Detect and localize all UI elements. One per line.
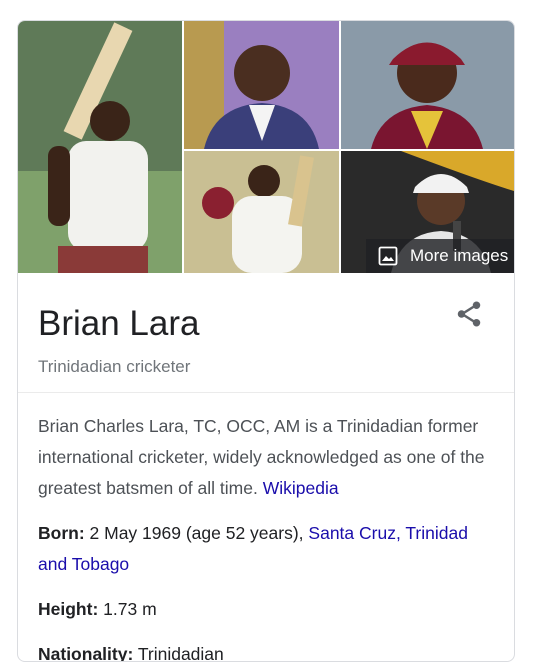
- more-images-label: More images: [410, 246, 509, 265]
- fact-born: Born: 2 May 1969 (age 52 years), Santa C…: [38, 518, 494, 580]
- more-images-button[interactable]: More images: [366, 239, 514, 273]
- entity-subtitle: Trinidadian cricketer: [38, 357, 191, 376]
- fact-height-label: Height:: [38, 599, 99, 619]
- fact-born-label: Born:: [38, 523, 85, 543]
- entity-description: Brian Charles Lara, TC, OCC, AM is a Tri…: [38, 411, 494, 504]
- fact-nationality-value: Trinidadian: [137, 644, 224, 662]
- wikipedia-link[interactable]: Wikipedia: [263, 478, 339, 498]
- image-tile-batting-pose[interactable]: [18, 21, 182, 273]
- fact-nationality-label: Nationality:: [38, 644, 134, 662]
- image-tile-maroon-cap[interactable]: [341, 21, 514, 149]
- knowledge-panel: More images Brian Lara Trinidadian crick…: [17, 20, 515, 662]
- fact-nationality: Nationality: Trinidadian: [38, 639, 494, 662]
- fact-height-value: 1.73 m: [103, 599, 157, 619]
- fact-height: Height: 1.73 m: [38, 594, 494, 625]
- image-tile-suit-portrait[interactable]: [184, 21, 339, 149]
- image-gallery: More images: [18, 21, 514, 273]
- panel-body: Brian Charles Lara, TC, OCC, AM is a Tri…: [18, 393, 514, 662]
- image-icon: [378, 246, 398, 266]
- description-text: Brian Charles Lara, TC, OCC, AM is a Tri…: [38, 416, 485, 498]
- image-tile-celebration[interactable]: [184, 151, 339, 273]
- entity-header: Brian Lara Trinidadian cricketer: [18, 273, 514, 393]
- share-icon[interactable]: [454, 299, 484, 329]
- entity-title: Brian Lara: [38, 304, 200, 343]
- fact-born-value: 2 May 1969 (age 52 years),: [89, 523, 304, 543]
